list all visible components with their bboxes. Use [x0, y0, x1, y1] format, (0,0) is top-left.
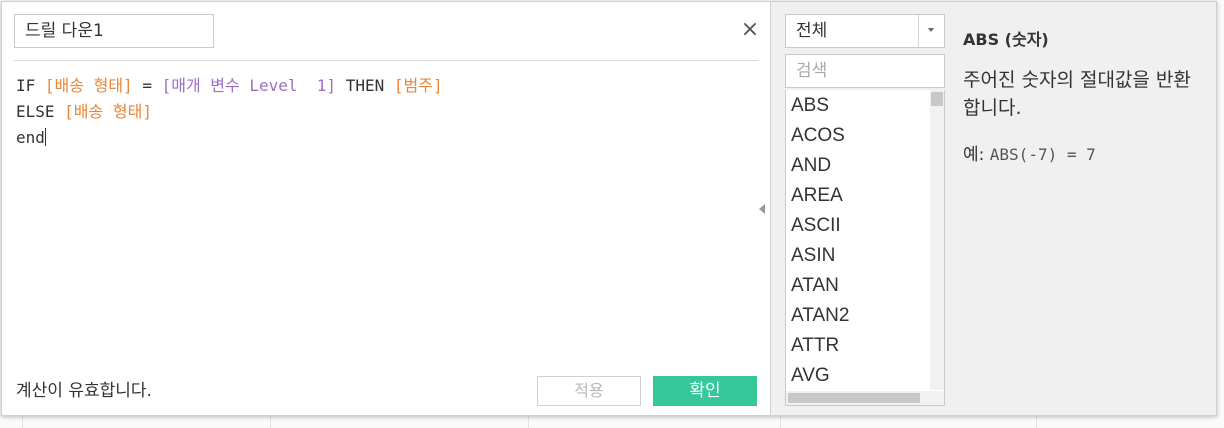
collapse-panel-icon[interactable] [759, 204, 765, 214]
function-item[interactable]: AND [786, 150, 944, 180]
function-item[interactable]: ATAN [786, 270, 944, 300]
ok-button[interactable]: 확인 [653, 376, 757, 406]
function-panel: 전체 검색 ABS ACOS AND AREA ASCII ASIN ATAN ATAN2 AT… [770, 2, 1216, 415]
keyword-token: end [16, 128, 45, 147]
function-help: ABS (숫자) 주어진 숫자의 절대값을 반환합니다. 예: ABS(-7) … [963, 28, 1203, 168]
keyword-token: = [132, 76, 162, 95]
keyword-token: THEN [336, 76, 394, 95]
scrollbar-thumb[interactable] [931, 92, 943, 106]
calculation-dialog: 드릴 다운1 × IF [배송 형태] = [매개 변수 Level 1] TH… [1, 1, 1217, 416]
formula-line: ELSE [배송 형태] [16, 99, 756, 125]
function-item[interactable]: ASCII [786, 210, 944, 240]
chevron-down-icon [928, 28, 934, 32]
field-token: [범주] [393, 76, 443, 95]
text-caret [44, 128, 46, 146]
help-example: 예: ABS(-7) = 7 [963, 142, 1203, 168]
function-items: ABS ACOS AND AREA ASCII ASIN ATAN ATAN2 ATTR AVG [786, 90, 944, 390]
function-item[interactable]: ATAN2 [786, 300, 944, 330]
keyword-token: ELSE [16, 102, 65, 121]
calculation-editor-pane: 드릴 다운1 × IF [배송 형태] = [매개 변수 Level 1] TH… [2, 2, 770, 415]
function-item[interactable]: AREA [786, 180, 944, 210]
help-title: ABS (숫자) [963, 30, 1049, 49]
scrollbar-thumb[interactable] [788, 393, 920, 403]
validation-status: 계산이 유효합니다. [16, 381, 152, 401]
function-item[interactable]: ASIN [786, 240, 944, 270]
function-item[interactable]: ACOS [786, 120, 944, 150]
formula-line: IF [배송 형태] = [매개 변수 Level 1] THEN [범주] [16, 73, 756, 99]
field-token: [배송 형태] [64, 102, 152, 121]
function-search-input[interactable]: 검색 [785, 54, 945, 88]
dropdown-separator [918, 15, 919, 47]
calculation-name-input[interactable]: 드릴 다운1 [14, 14, 214, 48]
apply-button[interactable]: 적용 [537, 376, 641, 406]
formula-line: end [16, 125, 756, 151]
close-icon[interactable]: × [740, 19, 760, 41]
function-item[interactable]: ABS [786, 90, 944, 120]
divider [14, 60, 758, 61]
function-item[interactable]: AVG [786, 360, 944, 390]
category-value: 전체 [796, 21, 828, 41]
example-label: 예: [963, 145, 985, 165]
horizontal-scrollbar[interactable] [786, 391, 944, 405]
function-item[interactable]: ATTR [786, 330, 944, 360]
field-token: [배송 형태] [44, 76, 133, 95]
formula-editor[interactable]: IF [배송 형태] = [매개 변수 Level 1] THEN [범주] EL… [16, 73, 756, 151]
function-list[interactable]: ABS ACOS AND AREA ASCII ASIN ATAN ATAN2 ATTR AVG [785, 90, 945, 406]
parameter-token: [매개 변수 Level 1] [161, 76, 337, 95]
help-description: 주어진 숫자의 절대값을 반환합니다. [963, 69, 1191, 119]
vertical-scrollbar[interactable] [930, 90, 944, 390]
example-code: ABS(-7) = 7 [989, 145, 1096, 164]
function-category-dropdown[interactable]: 전체 [785, 14, 945, 48]
keyword-token: IF [16, 76, 45, 95]
